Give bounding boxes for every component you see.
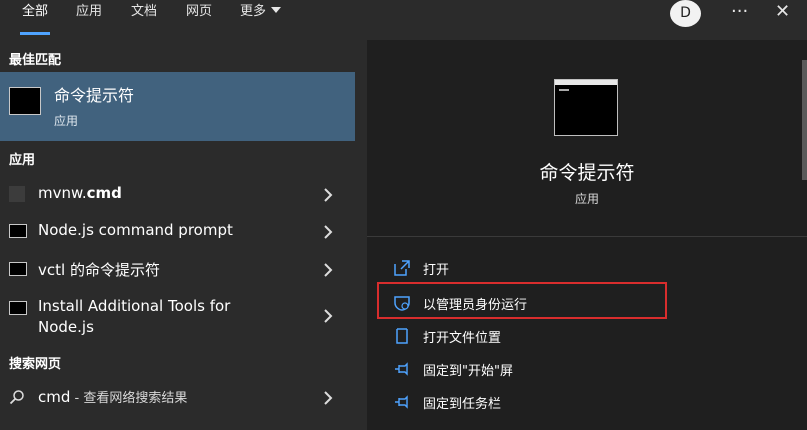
file-icon: [9, 186, 25, 202]
caret-down-icon: [271, 7, 282, 13]
tab-web[interactable]: 网页: [186, 0, 212, 38]
action-pin-to-taskbar[interactable]: 固定到任务栏: [367, 387, 807, 417]
command-prompt-large-icon: [554, 79, 618, 136]
section-web-search: 搜索网页: [9, 357, 62, 372]
command-prompt-icon: [9, 224, 27, 238]
close-icon[interactable]: ✕: [775, 0, 790, 27]
action-label: 打开: [423, 263, 450, 278]
search-icon: [9, 390, 24, 405]
app-result-nodejs-prompt[interactable]: Node.js command prompt: [0, 215, 355, 247]
open-icon: [394, 260, 410, 276]
section-apps: 应用: [9, 153, 36, 168]
app-result-label: Install Additional Tools for Node.js: [38, 297, 231, 336]
app-result-label: vctl 的命令提示符: [38, 261, 160, 279]
action-open-file-location[interactable]: 打开文件位置: [367, 321, 807, 351]
chevron-right-icon[interactable]: [320, 224, 336, 240]
app-result-install-tools[interactable]: Install Additional Tools for Node.js: [0, 292, 355, 338]
chevron-right-icon[interactable]: [320, 308, 336, 324]
detail-title: 命令提示符: [539, 162, 635, 184]
pin-icon: [395, 395, 408, 409]
command-prompt-icon: [9, 301, 27, 315]
web-search-label: cmd - 查看网络搜索结果: [38, 388, 188, 406]
chevron-right-icon[interactable]: [320, 187, 336, 203]
shield-icon: [394, 296, 410, 311]
best-match-title: 命令提示符: [54, 86, 135, 105]
action-label: 打开文件位置: [423, 331, 502, 346]
web-search-result[interactable]: cmd - 查看网络搜索结果: [0, 381, 355, 413]
detail-pane: 命令提示符 应用 打开 以管理员身份运行 打开文件位置 固定到"开始"屏 固定到…: [367, 40, 807, 430]
command-prompt-icon: [9, 87, 41, 115]
action-run-as-admin[interactable]: 以管理员身份运行: [367, 282, 807, 319]
chevron-right-icon[interactable]: [320, 262, 336, 278]
action-pin-to-start[interactable]: 固定到"开始"屏: [367, 354, 807, 384]
divider: [367, 236, 807, 237]
action-label: 以管理员身份运行: [423, 298, 528, 313]
app-result-label: Node.js command prompt: [38, 221, 233, 239]
detail-subtitle: 应用: [574, 192, 599, 206]
scrollbar[interactable]: [802, 60, 807, 180]
command-prompt-icon: [9, 262, 27, 276]
best-match-item[interactable]: 命令提示符 应用: [0, 72, 355, 141]
prompt-cursor: [559, 89, 569, 91]
window-titlebar: [555, 80, 617, 85]
app-result-vctl[interactable]: vctl 的命令提示符: [0, 253, 355, 285]
best-match-subtitle: 应用: [54, 114, 79, 128]
tab-more[interactable]: 更多: [240, 0, 282, 38]
section-best-match: 最佳匹配: [9, 53, 62, 68]
avatar[interactable]: D: [670, 0, 701, 27]
file-location-icon: [396, 328, 408, 344]
tab-all[interactable]: 全部: [19, 0, 51, 38]
more-options-icon[interactable]: ···: [731, 0, 748, 27]
action-label: 固定到"开始"屏: [423, 364, 513, 379]
app-result-label: mvnw.cmd: [38, 184, 122, 202]
action-label: 固定到任务栏: [423, 397, 502, 412]
tab-apps[interactable]: 应用: [76, 0, 102, 38]
pin-icon: [395, 362, 408, 376]
action-open[interactable]: 打开: [367, 253, 807, 283]
app-result-mvnw[interactable]: mvnw.cmd: [0, 178, 355, 210]
tab-documents[interactable]: 文档: [131, 0, 157, 38]
top-bar: 全部 应用 文档 网页 更多 D ··· ✕: [0, 0, 807, 38]
tab-more-label: 更多: [240, 4, 267, 19]
results-pane: 最佳匹配 命令提示符 应用 应用 mvnw.cmd Node.js comman…: [0, 38, 355, 430]
chevron-right-icon[interactable]: [320, 390, 336, 406]
